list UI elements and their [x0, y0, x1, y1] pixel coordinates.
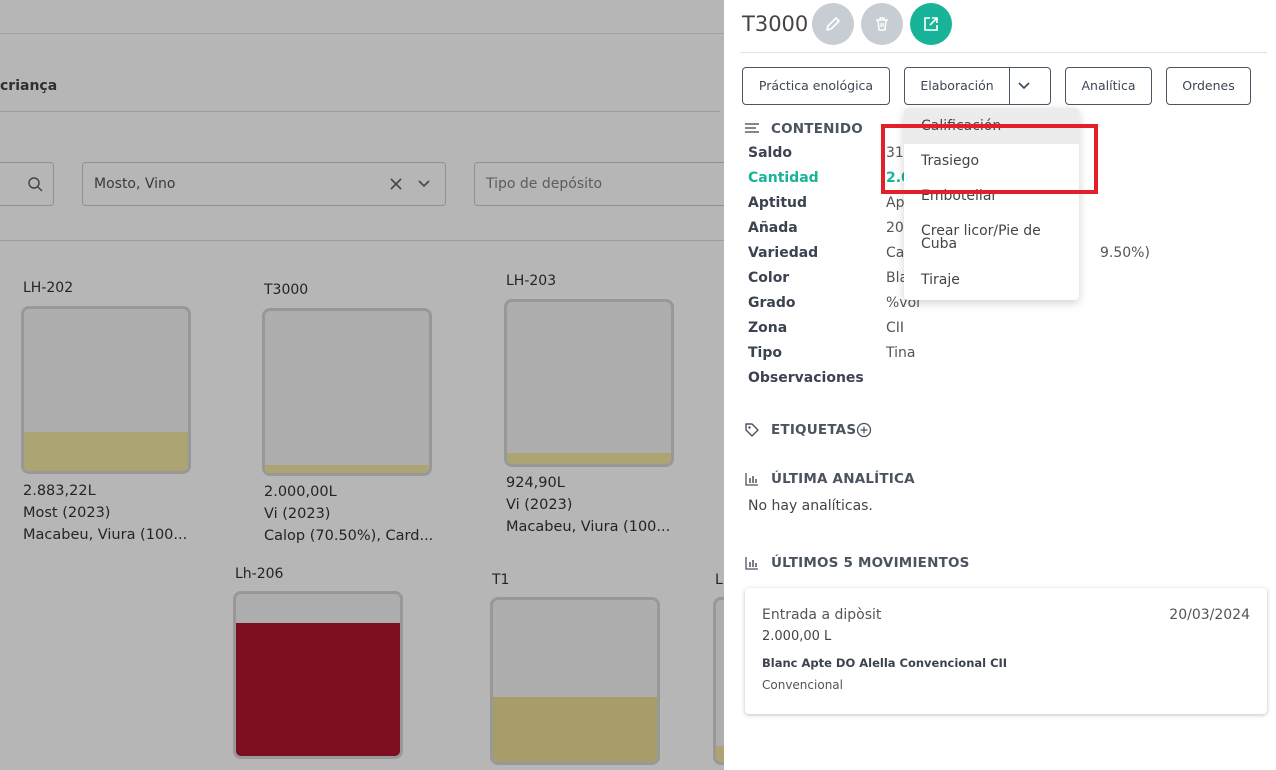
modal-backdrop[interactable]: [0, 0, 724, 770]
field-label: Color: [748, 270, 790, 286]
panel-title: T3000: [742, 12, 809, 36]
section-heading: CONTENIDO: [771, 121, 863, 137]
field-label: Grado: [748, 295, 796, 311]
field-value: 20: [886, 220, 904, 236]
field-label: Zona: [748, 320, 788, 336]
field-tipo: Tipo Tina: [748, 345, 1248, 365]
chevron-down-icon[interactable]: [1017, 79, 1031, 93]
field-label: Tipo: [748, 345, 782, 361]
highlight-box: [881, 124, 1098, 194]
lines-icon: [745, 123, 759, 133]
field-observaciones: Observaciones: [748, 370, 1248, 390]
field-label: Variedad: [748, 245, 819, 261]
bar-chart-icon: [745, 557, 758, 570]
divider: [740, 52, 1267, 53]
movement-category: Convencional: [762, 678, 843, 692]
ordenes-button[interactable]: Ordenes: [1166, 67, 1251, 105]
external-link-icon: [924, 17, 938, 31]
elaboracion-button-label[interactable]: Elaboración: [905, 68, 1010, 104]
analitica-button[interactable]: Analítica: [1065, 67, 1152, 105]
section-heading: ÚLTIMA ANALÍTICA: [771, 471, 915, 487]
background-page: criança Mosto, Vino Tipo de depósito LH-…: [0, 0, 724, 770]
movement-quantity: 2.000,00 L: [762, 629, 832, 644]
delete-button[interactable]: [861, 3, 903, 45]
field-value: Ap: [886, 195, 905, 211]
trash-icon: [876, 17, 888, 31]
empty-analytics-text: No hay analíticas.: [748, 498, 873, 514]
pencil-icon: [826, 17, 840, 31]
field-value: Ca: [886, 245, 905, 261]
add-circle-icon[interactable]: [856, 422, 872, 438]
movement-type: Entrada a dipòsit: [762, 607, 882, 623]
movement-date: 20/03/2024: [1169, 607, 1250, 623]
field-zona: Zona CII: [748, 320, 1248, 340]
field-label: Añada: [748, 220, 798, 236]
field-value-tail: 9.50%): [1100, 245, 1150, 261]
field-value: CII: [886, 320, 905, 336]
field-label: Observaciones: [748, 370, 864, 386]
menu-item-tiraje[interactable]: Tiraje: [904, 273, 1079, 287]
field-label: Saldo: [748, 145, 792, 161]
edit-button[interactable]: [812, 3, 854, 45]
tag-icon: [745, 423, 759, 437]
field-value: Tina: [886, 345, 916, 361]
menu-item-crear-licor[interactable]: Crear licor/Pie de Cuba: [904, 224, 1054, 251]
movement-product-name: Blanc Apte DO Alella Convencional CII: [762, 656, 1008, 670]
open-external-button[interactable]: [910, 3, 952, 45]
section-heading: ÚLTIMOS 5 MOVIMIENTOS: [771, 555, 970, 571]
field-label: Aptitud: [748, 195, 808, 211]
practica-enologica-button[interactable]: Práctica enológica: [742, 67, 890, 105]
bar-chart-icon: [745, 473, 758, 486]
section-heading: ETIQUETAS: [771, 422, 857, 438]
movement-card[interactable]: Entrada a dipòsit 20/03/2024 2.000,00 L …: [745, 588, 1267, 714]
field-label: Cantidad: [748, 170, 819, 186]
elaboracion-split-button[interactable]: Elaboración: [904, 67, 1051, 105]
